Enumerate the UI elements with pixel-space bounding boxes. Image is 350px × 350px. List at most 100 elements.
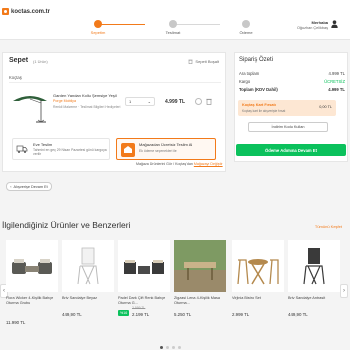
user-name: Oğuzhan Çelikbaş — [296, 26, 328, 30]
step-label: Teslimat — [165, 30, 181, 35]
step-delivery: Teslimat — [143, 20, 203, 35]
clear-cart-button[interactable]: Sepeti Boşalt — [188, 59, 219, 64]
payment-step-icon — [242, 20, 250, 28]
product-card-name: Briv Sandalye Beyaz — [62, 296, 98, 300]
product-card[interactable]: Briv Sandalye Beyaz 449,90 TL — [62, 240, 114, 330]
total-value: 4.999 TL — [328, 87, 345, 92]
store-pickup-option[interactable]: Mağazadan Ücretsiz Teslim Al Ek ödeme se… — [116, 138, 216, 160]
top-header: koctas.com.tr Sepetim Teslimat Ödeme Mer… — [0, 0, 350, 40]
product-variant: Renkli Malzeme · Teslimat Bilgileri Hedi… — [53, 105, 121, 109]
qty-value: 1 — [129, 99, 132, 104]
promo-value: 0,00 TL — [319, 105, 332, 109]
product-card-price: 2.199 TL — [132, 312, 150, 317]
cart-count: (1 Ürün) — [33, 59, 48, 64]
product-price: 4.999 TL — [165, 99, 186, 105]
continue-shopping-label: Alışverişe Devam Et — [13, 184, 48, 189]
promo-title: Koçtaş Kart Fırsatı — [242, 103, 276, 107]
user-greeting: Merhaba — [311, 20, 328, 25]
summary-title: Sipariş Özeti — [239, 57, 274, 63]
product-card-image[interactable] — [232, 240, 284, 292]
carousel-dots — [160, 346, 181, 349]
subtotal-row: Ara toplam 4.999 TL — [239, 71, 345, 76]
product-card-image[interactable] — [288, 240, 340, 292]
product-card-image[interactable] — [6, 240, 58, 292]
trash-icon[interactable] — [206, 98, 212, 105]
chevron-left-icon: ‹ — [3, 288, 5, 294]
product-card-price: 5.250 TL — [174, 312, 192, 317]
step-cart: Sepetim — [68, 20, 128, 35]
store-pickup-note-text: Mağaza Ürünlerini Gör / Koçtaş'dan — [136, 162, 193, 166]
shipping-value: ÜCRETSİZ — [324, 79, 345, 84]
home-delivery-text: Tahmini en geç 29 Nisan Pazartesi günü k… — [33, 148, 107, 157]
recommendations-title: İlgilendiğiniz Ürünler ve Benzerleri — [2, 220, 131, 230]
store-pickup-text: Ek ödeme seçenekleri ile — [139, 149, 177, 153]
subtotal-label: Ara toplam — [239, 71, 260, 76]
home-delivery-title: Eve Teslim — [33, 142, 53, 147]
subtotal-value: 4.999 TL — [328, 71, 345, 76]
product-card[interactable]: Zigzasi Lena 4-Kişilik Masa Oturma... 5.… — [174, 240, 226, 330]
proceed-label: Ödeme Adımına Devam Et — [265, 147, 317, 153]
cart-step-icon — [94, 20, 102, 28]
product-card-name: Zigzasi Lena 4-Kişilik Masa Oturma... — [174, 296, 221, 305]
chevron-right-icon: › — [343, 288, 345, 294]
discount-badge: %16 — [118, 310, 130, 316]
change-store-link[interactable]: Mağazayı Değiştir — [194, 162, 223, 166]
coupon-button[interactable]: İndirim Kodu Kullan — [248, 122, 328, 132]
product-card[interactable]: Briv Sandalye Antrasit 449,90 TL — [288, 240, 340, 330]
carousel-next-button[interactable]: › — [340, 284, 348, 298]
store-icon — [121, 143, 135, 157]
product-image[interactable] — [11, 89, 49, 127]
product-card-old-price: 2.599 TL — [132, 306, 146, 310]
home-delivery-option[interactable]: Eve Teslim Tahmini en geç 29 Nisan Pazar… — [12, 138, 110, 160]
product-card[interactable]: Virjinia Bistro Set 2.999 TL — [232, 240, 284, 330]
product-card-name: Virjinia Bistro Set — [232, 296, 261, 300]
product-card-price: 2.999 TL — [232, 312, 250, 317]
proceed-to-payment-button[interactable]: Ödeme Adımına Devam Et — [236, 144, 346, 156]
total-label: Toplam (KDV Dahil) — [239, 87, 278, 92]
chevron-down-icon: ⌄ — [147, 99, 151, 104]
shipping-row: Kargo ÜCRETSİZ — [239, 79, 345, 84]
step-payment: Ödeme — [216, 20, 276, 35]
product-card-image[interactable] — [118, 240, 170, 292]
cart-title: Sepet — [9, 57, 29, 64]
carousel-dot[interactable] — [160, 346, 163, 349]
user-menu[interactable]: Merhaba Oğuzhan Çelikbaş — [297, 20, 328, 30]
product-card[interactable]: Flora Wicker 4-Kişilik Bahçe Oturma Grub… — [6, 240, 58, 330]
logo-text: koctas.com.tr — [11, 8, 51, 15]
product-card-name: Briv Sandalye Antrasit — [288, 296, 326, 300]
promo-box: Koçtaş Kart Fırsatı Koçtaş kart ile alış… — [238, 100, 336, 116]
coupon-label: İndirim Kodu Kullan — [271, 125, 305, 129]
product-card-name: Padel Dark Çift Renk Bahçe Oturma G... — [118, 296, 166, 305]
total-row: Toplam (KDV Dahil) 4.999 TL — [239, 87, 345, 92]
truck-icon — [16, 145, 28, 153]
seller-row: Koçtaş — [9, 73, 221, 83]
product-card-price: 449,90 TL — [62, 312, 82, 317]
product-card-image[interactable] — [174, 240, 226, 292]
carousel-dot[interactable] — [172, 346, 175, 349]
carousel-dot[interactable] — [178, 346, 181, 349]
user-icon[interactable] — [331, 20, 338, 28]
shipping-label: Kargo — [239, 79, 251, 84]
product-card-image[interactable] — [62, 240, 114, 292]
promo-text: Koçtaş kart ile alışverişte fırsat — [242, 109, 286, 113]
arrow-left-icon: ‹ — [10, 184, 12, 189]
step-label: Sepetim — [90, 30, 106, 35]
delivery-step-icon — [169, 20, 177, 28]
product-card[interactable]: Padel Dark Çift Renk Bahçe Oturma G... 2… — [118, 240, 170, 330]
trash-icon — [188, 59, 193, 64]
clear-cart-label: Sepeti Boşalt — [195, 59, 219, 64]
product-card-name: Flora Wicker 4-Kişilik Bahçe Oturma Grub… — [6, 296, 54, 305]
store-pickup-title: Mağazadan Ücretsiz Teslim Al — [139, 142, 193, 147]
favorite-toggle-icon[interactable] — [195, 98, 202, 105]
logo-icon — [2, 8, 9, 15]
product-name[interactable]: Garden Yandan Kollu Şemsiye Yeşil — [53, 93, 128, 98]
seller-name: Koçtaş — [9, 75, 22, 80]
continue-shopping-button[interactable]: ‹ Alışverişe Devam Et — [6, 182, 52, 191]
store-pickup-note: Mağaza Ürünlerini Gör / Koçtaş'dan Mağaz… — [136, 162, 223, 166]
carousel-dot[interactable] — [166, 346, 169, 349]
quantity-stepper[interactable]: 1 ⌄ — [125, 97, 155, 106]
site-logo[interactable]: koctas.com.tr — [2, 8, 50, 15]
view-all-link[interactable]: Tümünü Keşfet — [315, 224, 342, 229]
step-label: Ödeme — [239, 30, 253, 35]
product-brand[interactable]: Porge Mobilya — [53, 99, 76, 103]
